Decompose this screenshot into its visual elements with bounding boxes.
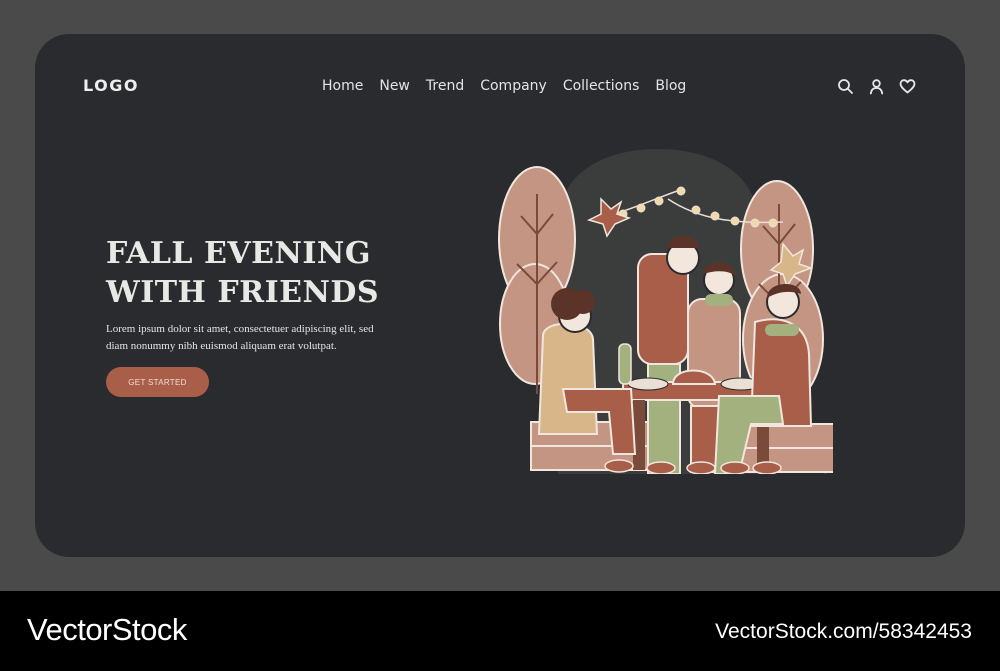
hero-title-line-1: FALL EVENING [106, 236, 371, 271]
vectorstock-brand: VectorStock [27, 612, 187, 647]
fall-evening-illustration [498, 149, 833, 474]
hero-description-line-2: diam nonummy nibh euismod aliquam erat v… [106, 340, 337, 352]
hero-title-line-2: WITH FRIENDS [106, 275, 380, 310]
nav-company[interactable]: Company [480, 78, 547, 94]
get-started-button[interactable]: GET STARTED [106, 367, 209, 397]
watermark-bar: VectorStock VectorStock.com/58342453 [0, 591, 1000, 671]
nav-blog[interactable]: Blog [655, 78, 686, 94]
user-icon[interactable] [868, 78, 885, 95]
nav-collections[interactable]: Collections [563, 78, 640, 94]
logo[interactable]: LOGO [83, 76, 139, 95]
hero-title: FALL EVENING WITH FRIENDS [106, 234, 379, 312]
header-icons [837, 78, 916, 95]
nav-home[interactable]: Home [322, 78, 363, 94]
nav-new[interactable]: New [379, 78, 410, 94]
hero-description: Lorem ipsum dolor sit amet, consectetuer… [106, 321, 406, 355]
main-nav: Home New Trend Company Collections Blog [322, 78, 686, 94]
heart-icon[interactable] [899, 78, 916, 95]
vectorstock-url: VectorStock.com/58342453 [715, 620, 972, 643]
hero-description-line-1: Lorem ipsum dolor sit amet, consectetuer… [106, 323, 374, 335]
search-icon[interactable] [837, 78, 854, 95]
landing-card: LOGO Home New Trend Company Collections … [35, 34, 965, 557]
nav-trend[interactable]: Trend [426, 78, 464, 94]
